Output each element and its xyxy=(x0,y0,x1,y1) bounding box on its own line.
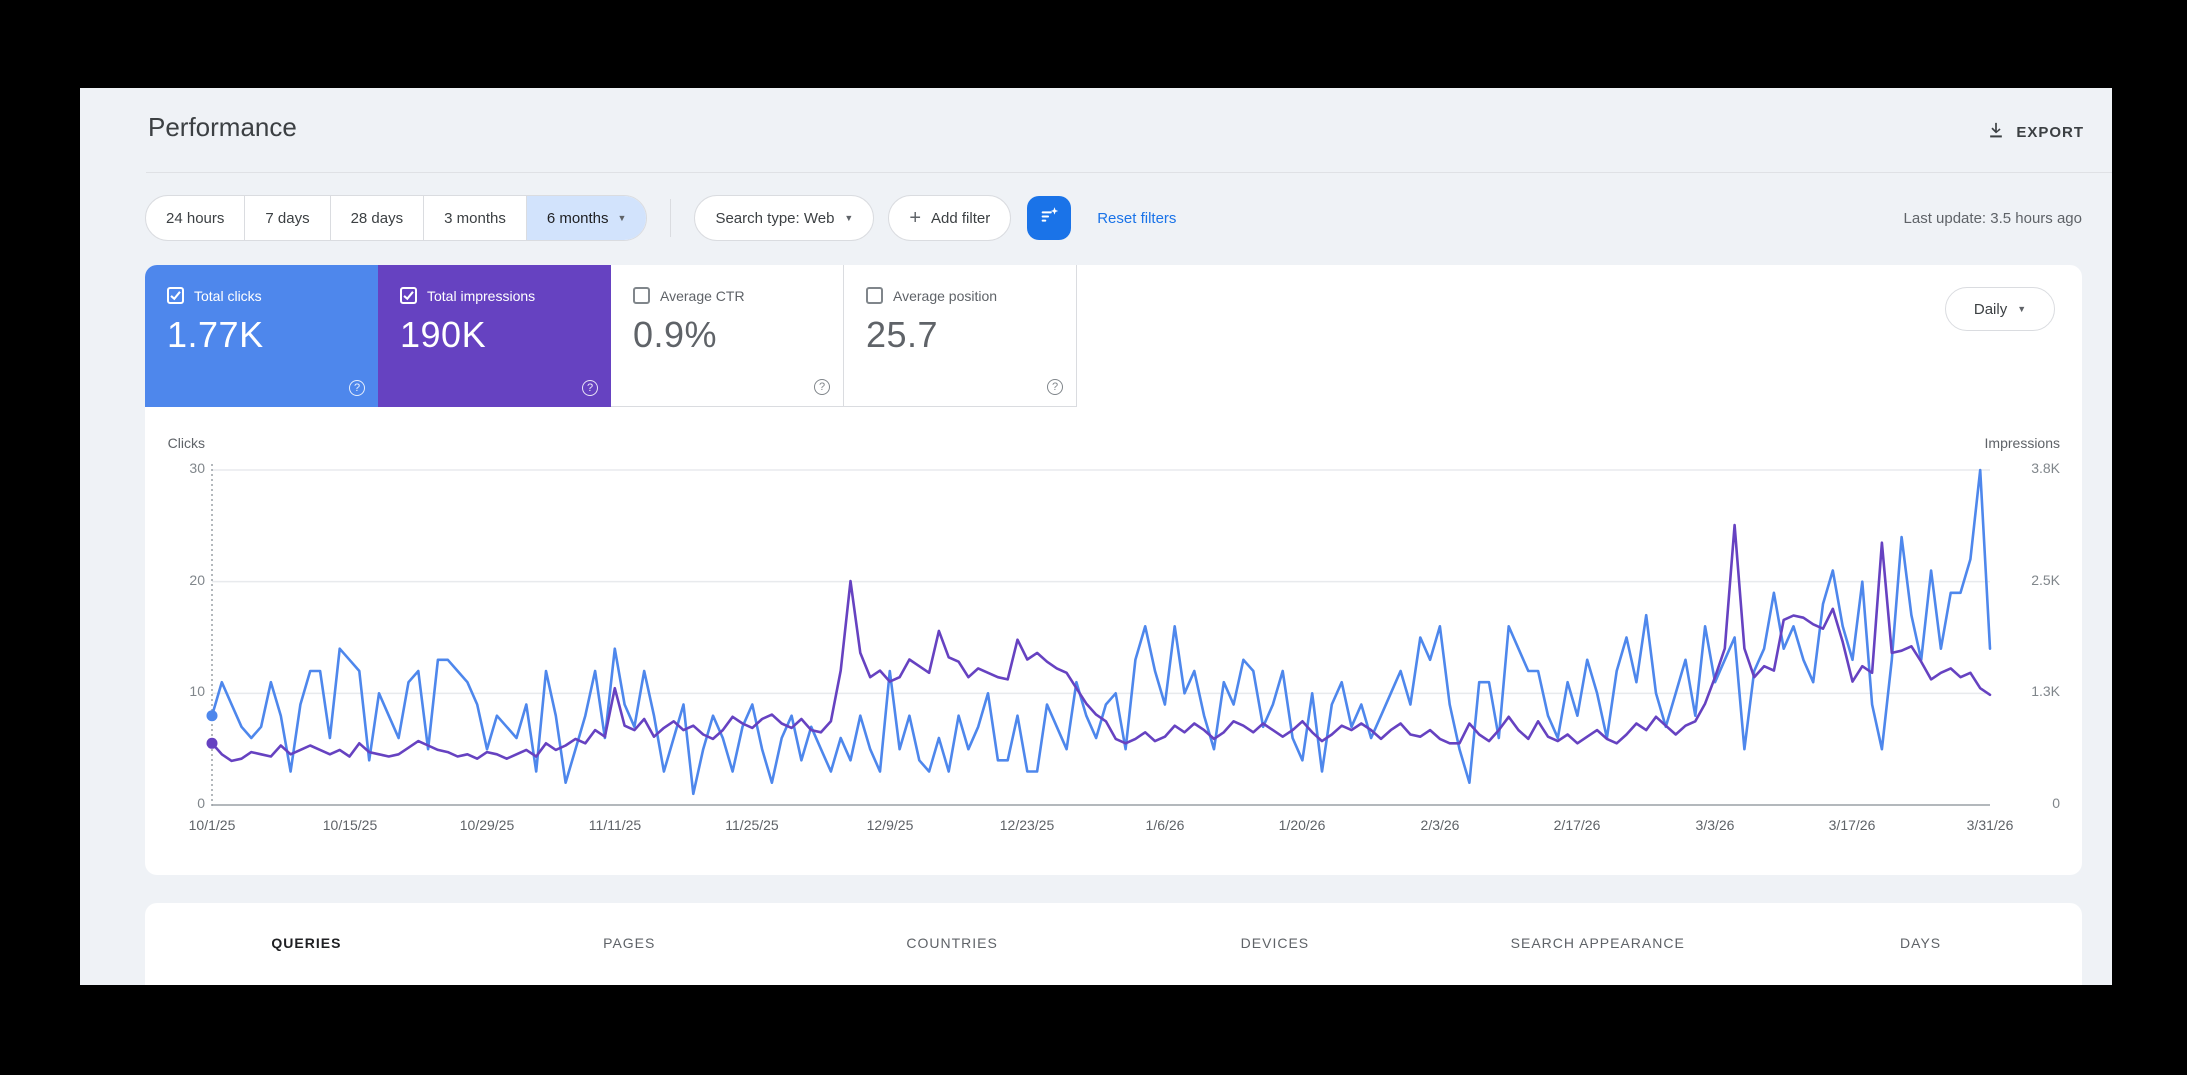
app-window: Performance EXPORT 24 hours 7 days 28 days… xyxy=(80,88,2112,985)
x-axis-tick: 3/3/26 xyxy=(1695,817,1735,833)
left-axis-tick: 20 xyxy=(189,572,205,588)
metric-tiles: Total clicks 1.77K? Total impressions 190K?… xyxy=(145,265,1077,407)
dimension-tabs: QUERIES PAGES COUNTRIES DEVICES SEARCH APPEA… xyxy=(145,903,2082,951)
search-type-label: Search type: Web xyxy=(715,209,835,227)
x-axis-tick: 11/11/25 xyxy=(588,817,642,833)
reset-filters-link[interactable]: Reset filters xyxy=(1097,210,1176,227)
tab-days[interactable]: DAYS xyxy=(1759,935,2082,951)
filter-settings-button[interactable] xyxy=(1027,196,1072,240)
x-axis-tick: 10/29/25 xyxy=(459,817,515,833)
filter-bar: 24 hours 7 days 28 days 3 months 6 months ▼ S… xyxy=(145,195,2082,241)
tab-queries[interactable]: QUERIES xyxy=(145,935,468,951)
granularity-dropdown[interactable]: Daily ▼ xyxy=(1945,287,2055,331)
plus-icon: + xyxy=(909,207,922,229)
metric-tile-total-impressions[interactable]: Total impressions 190K? xyxy=(378,265,611,407)
add-filter-button[interactable]: + Add filter xyxy=(888,195,1012,241)
range-label: 6 months xyxy=(546,209,609,227)
x-axis-tick: 10/1/25 xyxy=(188,817,236,833)
help-icon[interactable]: ? xyxy=(814,379,830,395)
metric-value: 0.9% xyxy=(633,314,718,355)
right-axis-tick: 2.5K xyxy=(2031,572,2060,588)
x-axis-tick: 2/3/26 xyxy=(1420,817,1460,833)
metric-tile-average-position[interactable]: Average position 25.7? xyxy=(844,265,1077,407)
impressions-start-dot xyxy=(206,737,218,749)
checkbox-average-position[interactable] xyxy=(866,287,883,304)
left-axis-tick: 10 xyxy=(189,683,205,699)
metric-label: Total impressions xyxy=(427,287,536,304)
range-3-months[interactable]: 3 months xyxy=(423,196,526,240)
add-filter-label: Add filter xyxy=(931,209,991,227)
chevron-down-icon: ▼ xyxy=(617,213,627,223)
chevron-down-icon: ▼ xyxy=(2017,304,2027,314)
download-icon xyxy=(1986,120,2006,144)
filter-sparkle-icon xyxy=(1038,205,1060,232)
metric-value: 1.77K xyxy=(167,314,264,355)
x-axis-tick: 3/17/26 xyxy=(1828,817,1876,833)
x-axis-tick: 12/23/25 xyxy=(999,817,1055,833)
left-axis-tick: 30 xyxy=(189,460,205,476)
help-icon[interactable]: ? xyxy=(1047,379,1063,395)
chevron-down-icon: ▼ xyxy=(844,213,854,223)
metric-tile-header: Average position xyxy=(866,287,1076,304)
right-axis-tick: 1.3K xyxy=(2031,683,2060,699)
metric-tile-header: Total clicks xyxy=(167,287,378,304)
metric-tile-header: Average CTR xyxy=(633,287,843,304)
metric-tile-average-ctr[interactable]: Average CTR 0.9%? xyxy=(611,265,844,407)
range-6-months[interactable]: 6 months ▼ xyxy=(525,196,647,240)
x-axis-tick: 2/17/26 xyxy=(1553,817,1601,833)
right-axis-tick: 0 xyxy=(2052,795,2060,811)
metric-tile-header: Total impressions xyxy=(400,287,611,304)
tab-search-appearance[interactable]: SEARCH APPEARANCE xyxy=(1436,935,1759,951)
performance-chart-card: Total clicks 1.77K? Total impressions 190K?… xyxy=(145,265,2082,875)
granularity-label: Daily xyxy=(1973,300,2008,318)
help-icon[interactable]: ? xyxy=(349,380,365,396)
metric-tile-total-clicks[interactable]: Total clicks 1.77K? xyxy=(145,265,378,407)
x-axis-tick: 12/9/25 xyxy=(866,817,914,833)
metric-label: Average position xyxy=(893,287,998,304)
search-type-filter[interactable]: Search type: Web ▼ xyxy=(694,195,875,241)
metric-value: 25.7 xyxy=(866,314,939,355)
checkbox-total-clicks[interactable] xyxy=(167,287,184,304)
metric-value: 190K xyxy=(400,314,487,355)
tab-pages[interactable]: PAGES xyxy=(468,935,791,951)
clicks-start-dot xyxy=(206,710,218,722)
left-axis-title: Clicks xyxy=(167,435,205,451)
performance-chart[interactable] xyxy=(206,464,1992,809)
metric-label: Average CTR xyxy=(660,287,745,304)
range-label: 7 days xyxy=(265,209,310,227)
page-title: Performance xyxy=(148,112,297,142)
range-24-hours[interactable]: 24 hours xyxy=(146,196,244,240)
range-7-days[interactable]: 7 days xyxy=(244,196,329,240)
filter-separator xyxy=(670,199,672,237)
metric-label: Total clicks xyxy=(194,287,262,304)
x-axis-tick: 11/25/25 xyxy=(725,817,779,833)
help-icon[interactable]: ? xyxy=(582,380,598,396)
range-label: 3 months xyxy=(444,209,506,227)
right-axis-tick: 3.8K xyxy=(2031,460,2060,476)
chart-plot-area[interactable] xyxy=(206,464,1992,809)
dimension-tabs-card: QUERIES PAGES COUNTRIES DEVICES SEARCH APPEA… xyxy=(145,903,2082,985)
export-button[interactable]: EXPORT xyxy=(1986,120,2084,144)
range-label: 28 days xyxy=(350,209,404,227)
right-axis-title: Impressions xyxy=(1984,435,2060,451)
tab-devices[interactable]: DEVICES xyxy=(1114,935,1437,951)
export-label: EXPORT xyxy=(2016,123,2084,141)
date-range-group: 24 hours 7 days 28 days 3 months 6 months ▼ xyxy=(145,195,648,241)
x-axis-tick: 3/31/26 xyxy=(1966,817,2014,833)
x-axis-tick: 1/20/26 xyxy=(1278,817,1326,833)
left-axis-tick: 0 xyxy=(197,795,205,811)
header-divider xyxy=(146,172,2112,173)
x-axis-tick: 10/15/25 xyxy=(322,817,378,833)
range-28-days[interactable]: 28 days xyxy=(329,196,424,240)
x-axis-tick: 1/6/26 xyxy=(1145,817,1185,833)
checkbox-total-impressions[interactable] xyxy=(400,287,417,304)
clicks-line xyxy=(210,468,1992,796)
tab-countries[interactable]: COUNTRIES xyxy=(791,935,1114,951)
last-update-text: Last update: 3.5 hours ago xyxy=(1903,209,2082,227)
range-label: 24 hours xyxy=(166,209,225,227)
checkbox-average-ctr[interactable] xyxy=(633,287,650,304)
